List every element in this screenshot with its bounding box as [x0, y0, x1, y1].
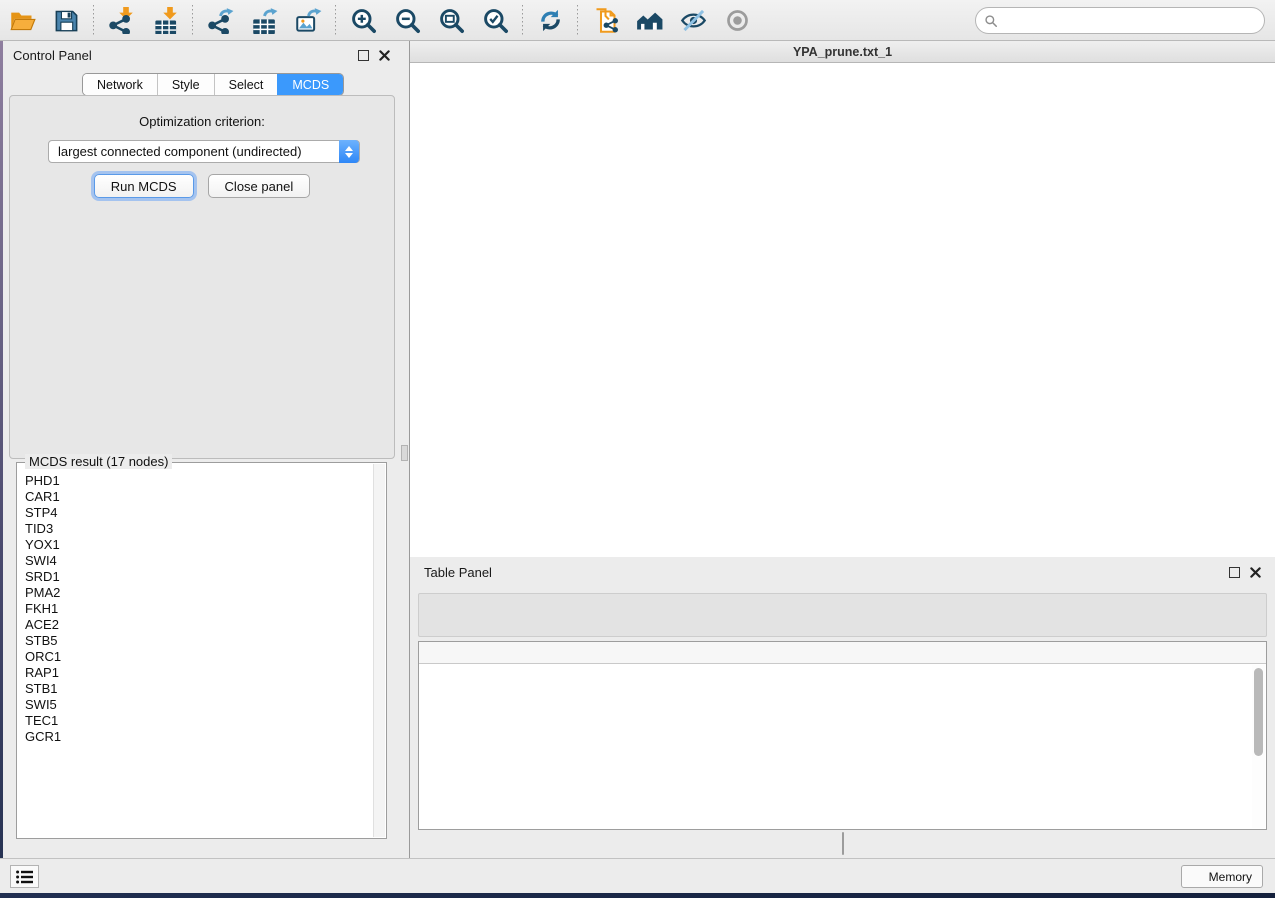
control-panel: Control Panel NetworkStyleSelectMCDS Opt… — [3, 41, 400, 858]
search-icon — [984, 14, 998, 28]
run-mcds-button[interactable]: Run MCDS — [94, 174, 194, 198]
export-table-icon[interactable] — [246, 3, 282, 37]
mcds-result-item[interactable]: RAP1 — [25, 665, 373, 681]
network-window-titlebar[interactable]: YPA_prune.txt_1 — [410, 41, 1275, 63]
memory-label: Memory — [1209, 870, 1252, 884]
mcds-result-item[interactable]: SWI4 — [25, 553, 373, 569]
mcds-result-item[interactable]: ACE2 — [25, 617, 373, 633]
dropdown-selected-value: largest connected component (undirected) — [58, 144, 302, 159]
float-panel-icon[interactable] — [358, 50, 369, 61]
window-minimize-icon[interactable] — [440, 46, 453, 59]
mcds-list-scrollbar[interactable] — [373, 464, 385, 837]
network-title: YPA_prune.txt_1 — [793, 45, 892, 59]
toolbar-separator — [522, 5, 523, 35]
control-panel-title: Control Panel — [13, 48, 92, 63]
mcds-result-item[interactable]: YOX1 — [25, 537, 373, 553]
zoom-in-icon[interactable] — [345, 3, 381, 37]
mcds-result-item[interactable]: SRD1 — [25, 569, 373, 585]
network-from-document-icon[interactable] — [587, 3, 623, 37]
mcds-result-item[interactable]: ORC1 — [25, 649, 373, 665]
mcds-tab-content: Optimization criterion: largest connecte… — [9, 95, 395, 459]
export-network-icon[interactable] — [202, 3, 238, 37]
refresh-icon[interactable] — [532, 3, 568, 37]
mcds-result-list[interactable]: PHD1CAR1STP4TID3YOX1SWI4SRD1PMA2FKH1ACE2… — [17, 467, 373, 836]
mcds-result-item[interactable]: STB5 — [25, 633, 373, 649]
control-panel-titlebar: Control Panel — [3, 41, 400, 69]
window-zoom-icon[interactable] — [461, 46, 474, 59]
close-table-panel-icon[interactable] — [1250, 567, 1261, 578]
mcds-result-item[interactable]: FKH1 — [25, 601, 373, 617]
toolbar-separator — [192, 5, 193, 35]
close-panel-icon[interactable] — [379, 50, 390, 61]
mcds-result-item[interactable]: TEC1 — [25, 713, 373, 729]
network-graph[interactable] — [410, 63, 1275, 557]
import-table-icon[interactable] — [147, 3, 183, 37]
export-image-icon[interactable] — [290, 3, 326, 37]
main-toolbar — [0, 0, 1275, 41]
mcds-result-item[interactable]: TID3 — [25, 521, 373, 537]
dropdown-stepper-icon — [339, 140, 359, 163]
table-scrollbar[interactable] — [1252, 665, 1265, 828]
mcds-result-item[interactable]: SWI5 — [25, 697, 373, 713]
mcds-result-item[interactable]: PHD1 — [25, 473, 373, 489]
node-table — [418, 641, 1267, 830]
optimization-criterion-dropdown[interactable]: largest connected component (undirected) — [48, 140, 360, 163]
task-history-button[interactable] — [10, 865, 39, 888]
panel-splitter[interactable] — [400, 41, 410, 858]
float-table-panel-icon[interactable] — [1229, 567, 1240, 578]
control-panel-tabs: NetworkStyleSelectMCDS — [82, 73, 344, 96]
toolbar-separator — [93, 5, 94, 35]
optimization-criterion-label: Optimization criterion: — [10, 114, 394, 129]
toolbar-separator — [335, 5, 336, 35]
mcds-result-item[interactable]: PMA2 — [25, 585, 373, 601]
tab-mcds[interactable]: MCDS — [277, 74, 343, 95]
tab-style[interactable]: Style — [157, 74, 214, 95]
network-canvas[interactable] — [410, 63, 1275, 557]
status-bar: Memory — [0, 858, 1275, 893]
save-icon[interactable] — [48, 3, 84, 37]
window-close-icon[interactable] — [419, 46, 432, 59]
zoom-selected-icon[interactable] — [477, 3, 513, 37]
table-panel: Table Panel — [410, 557, 1275, 858]
splitter-handle[interactable] — [401, 445, 408, 461]
table-toolbar — [418, 593, 1267, 637]
application-window: Control Panel NetworkStyleSelectMCDS Opt… — [0, 0, 1275, 893]
mcds-result-item[interactable]: GCR1 — [25, 729, 373, 745]
hide-selected-icon[interactable] — [675, 3, 711, 37]
mcds-result-item[interactable]: CAR1 — [25, 489, 373, 505]
memory-button[interactable]: Memory — [1181, 865, 1263, 888]
list-icon — [16, 870, 33, 884]
table-header-row — [419, 642, 1266, 664]
network-view-window: YPA_prune.txt_1 — [410, 41, 1275, 557]
show-hidden-icon[interactable] — [719, 3, 755, 37]
toolbar-separator — [577, 5, 578, 35]
search-input[interactable] — [975, 7, 1265, 34]
open-folder-icon[interactable] — [4, 3, 40, 37]
table-tabs — [842, 832, 844, 855]
memory-status-icon — [1192, 871, 1203, 882]
tab-network[interactable]: Network — [83, 74, 157, 95]
import-network-icon[interactable] — [103, 3, 139, 37]
mcds-result-item[interactable]: STB1 — [25, 681, 373, 697]
table-panel-title: Table Panel — [424, 565, 492, 580]
mcds-result-item[interactable]: STP4 — [25, 505, 373, 521]
zoom-out-icon[interactable] — [389, 3, 425, 37]
zoom-fit-icon[interactable] — [433, 3, 469, 37]
home-networks-icon[interactable] — [631, 3, 667, 37]
close-panel-button[interactable]: Close panel — [208, 174, 311, 198]
mcds-result-box: MCDS result (17 nodes) PHD1CAR1STP4TID3Y… — [16, 462, 387, 839]
tab-select[interactable]: Select — [214, 74, 278, 95]
